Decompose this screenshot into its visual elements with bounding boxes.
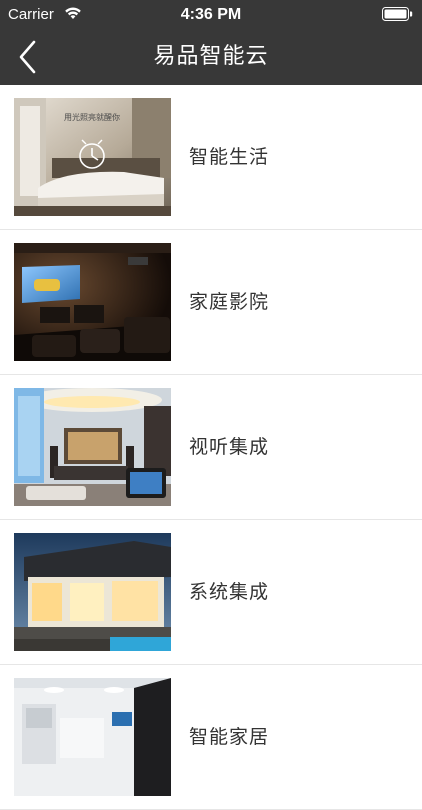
item-label: 智能生活 — [189, 146, 270, 168]
category-list: 用光照亮就醒你 智能生活 家庭影院 视听集成 系统集成 智能家居 — [0, 85, 422, 810]
list-item-smart-home[interactable]: 智能家居 — [0, 665, 422, 810]
item-label: 家庭影院 — [189, 291, 270, 313]
item-label: 智能家居 — [189, 726, 270, 748]
battery-icon — [382, 7, 413, 21]
thumb-caption: 用光照亮就醒你 — [64, 112, 120, 122]
bedroom-photo: 用光照亮就醒你 — [14, 98, 171, 216]
status-time: 4:36 PM — [180, 6, 242, 23]
page-title: 易品智能云 — [153, 44, 269, 69]
list-item-home-theater[interactable]: 家庭影院 — [0, 230, 422, 375]
item-label: 视听集成 — [189, 436, 270, 458]
living-room-tv-photo — [14, 388, 171, 506]
navigation-bar: 易品智能云 — [0, 30, 422, 85]
list-item-system-integration[interactable]: 系统集成 — [0, 520, 422, 665]
white-interior-photo — [14, 678, 171, 796]
status-bar: Carrier 4:36 PM — [0, 0, 422, 30]
list-item-smart-life[interactable]: 用光照亮就醒你 智能生活 — [0, 85, 422, 230]
list-item-av-integration[interactable]: 视听集成 — [0, 375, 422, 520]
app-header: Carrier 4:36 PM 易品智能云 — [0, 0, 422, 85]
home-theater-photo — [14, 243, 171, 361]
item-label: 系统集成 — [189, 581, 270, 603]
modern-house-exterior-photo — [14, 533, 171, 651]
